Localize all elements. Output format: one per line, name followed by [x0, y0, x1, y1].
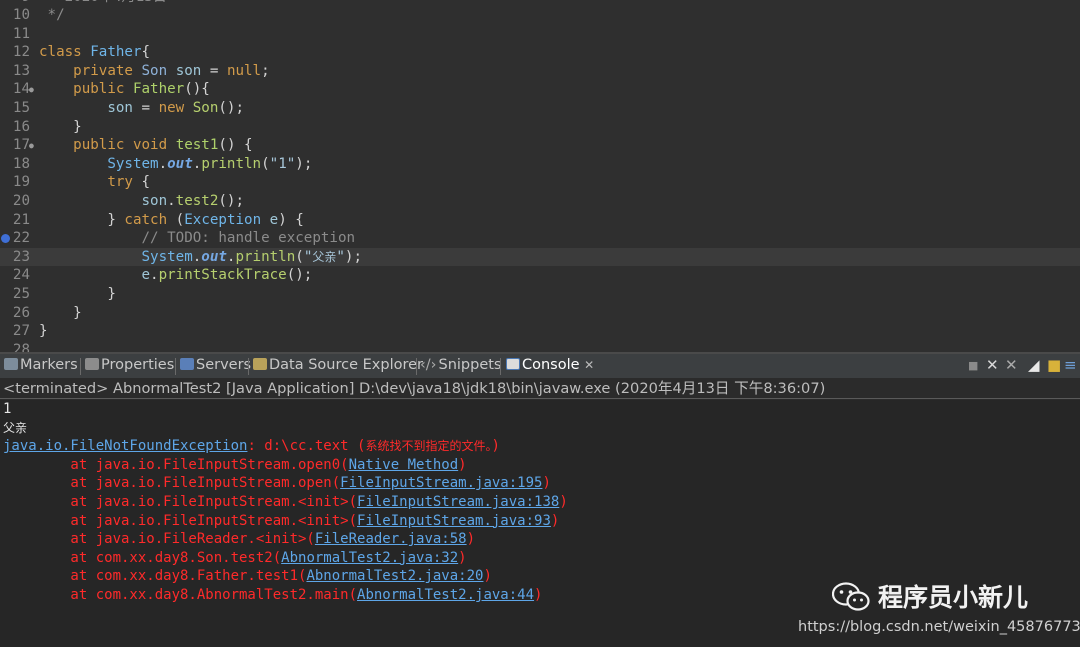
tab-servers[interactable]: Servers — [180, 357, 251, 373]
code-line: 14 ● public Father(){ — [0, 80, 1080, 99]
stack-trace-line: at com.xx.day8.AbnormalTest2.main(Abnorm… — [3, 587, 543, 603]
remove-launch-icon[interactable]: ✕ — [986, 356, 999, 374]
console-status-line: <terminated> AbnormalTest2 [Java Applica… — [0, 378, 1080, 399]
close-tab-icon[interactable]: ✕ — [584, 358, 594, 372]
code-line: 17 ● public void test1() { — [0, 136, 1080, 155]
watermark: 程序员小新儿 — [832, 578, 1028, 614]
fold-icon[interactable]: ● — [29, 81, 34, 100]
stop-icon[interactable]: ■ — [968, 359, 978, 372]
tab-console[interactable]: Console ✕ — [506, 357, 594, 373]
stack-trace-link[interactable]: FileInputStream.java:138 — [357, 494, 559, 510]
stack-trace-line: at com.xx.day8.Son.test2(AbnormalTest2.j… — [3, 549, 467, 566]
stack-trace-link[interactable]: FileInputStream.java:93 — [357, 513, 551, 529]
code-editor[interactable]: 9 * 2020年4月13日 10 */ 11 12class Father{ … — [0, 0, 1080, 352]
code-line: 22 // TODO: handle exception — [0, 229, 1080, 248]
code-line: 15 son = new Son(); — [12, 100, 245, 116]
snippets-icon: ‹/› — [420, 357, 437, 373]
exception-line: java.io.FileNotFoundException: d:\cc.tex… — [3, 438, 500, 455]
stack-trace-link[interactable]: Native Method — [349, 457, 459, 473]
stack-trace-line: at com.xx.day8.Father.test1(AbnormalTest… — [3, 568, 492, 585]
code-line: 12 class Father{ — [12, 44, 151, 61]
code-line: 20 son.test2(); — [12, 193, 245, 209]
fold-icon[interactable]: ● — [29, 137, 34, 156]
code-line-current: 23 System.out.println("父亲"); — [0, 247, 1080, 267]
scroll-lock-icon[interactable]: ■ — [1047, 356, 1061, 374]
stack-trace-link[interactable]: AbnormalTest2.java:32 — [281, 550, 458, 566]
code-line: 11 — [12, 25, 30, 42]
console-line: 父亲 — [3, 420, 28, 435]
code-line: 26 } — [12, 304, 82, 321]
watermark-url: https://blog.csdn.net/weixin_45876773 — [798, 619, 1080, 635]
stack-trace-line: at java.io.FileInputStream.open0(Native … — [3, 456, 467, 473]
stack-trace-link[interactable]: AbnormalTest2.java:20 — [306, 568, 483, 584]
remove-all-terminated-icon[interactable]: ✕ — [1005, 356, 1018, 374]
code-line: 19 try { — [12, 174, 151, 191]
wechat-icon — [832, 582, 870, 611]
stack-trace-line: at java.io.FileInputStream.<init>(FileIn… — [3, 512, 560, 529]
tab-properties[interactable]: Properties — [85, 357, 174, 373]
console-line: 1 — [3, 401, 12, 417]
markers-icon — [4, 358, 18, 370]
code-line: 28 — [12, 341, 30, 352]
stack-trace-line: at java.io.FileReader.<init>(FileReader.… — [3, 531, 476, 548]
view-tab-bar: Markers Properties Servers Data Source E… — [0, 352, 1080, 378]
database-icon — [253, 358, 267, 370]
stack-trace-line: at java.io.FileInputStream.<init>(FileIn… — [3, 494, 568, 510]
code-line: 18 System.out.println("1"); — [12, 155, 313, 172]
console-icon — [506, 358, 520, 370]
tab-data-source-explorer[interactable]: Data Source Explorer — [253, 357, 423, 373]
tab-markers[interactable]: Markers — [4, 357, 78, 373]
stack-trace-link[interactable]: AbnormalTest2.java:44 — [357, 587, 534, 603]
clear-console-icon[interactable]: ◢ — [1028, 356, 1040, 374]
code-line: 16 } — [12, 118, 82, 135]
stack-trace-line: at java.io.FileInputStream.open(FileInpu… — [3, 475, 551, 492]
word-wrap-icon[interactable]: ≡ — [1064, 356, 1077, 374]
tab-snippets[interactable]: ‹/› Snippets — [420, 357, 501, 373]
code-line: 25 } — [12, 286, 116, 302]
stack-trace-link[interactable]: FileReader.java:58 — [315, 531, 467, 547]
stack-trace-link[interactable]: FileInputStream.java:195 — [340, 475, 542, 491]
code-line: 10 */ — [12, 7, 65, 23]
code-line: 24 e.printStackTrace(); — [12, 267, 313, 284]
properties-icon — [85, 358, 99, 370]
code-line: 21 } catch (Exception e) { — [12, 211, 304, 228]
code-text: class Father{ — [39, 44, 151, 61]
code-line: 27} — [12, 323, 48, 340]
exception-link[interactable]: java.io.FileNotFoundException — [3, 438, 247, 454]
code-line: 13 private Son son = null; — [12, 62, 270, 79]
servers-icon — [180, 358, 194, 370]
